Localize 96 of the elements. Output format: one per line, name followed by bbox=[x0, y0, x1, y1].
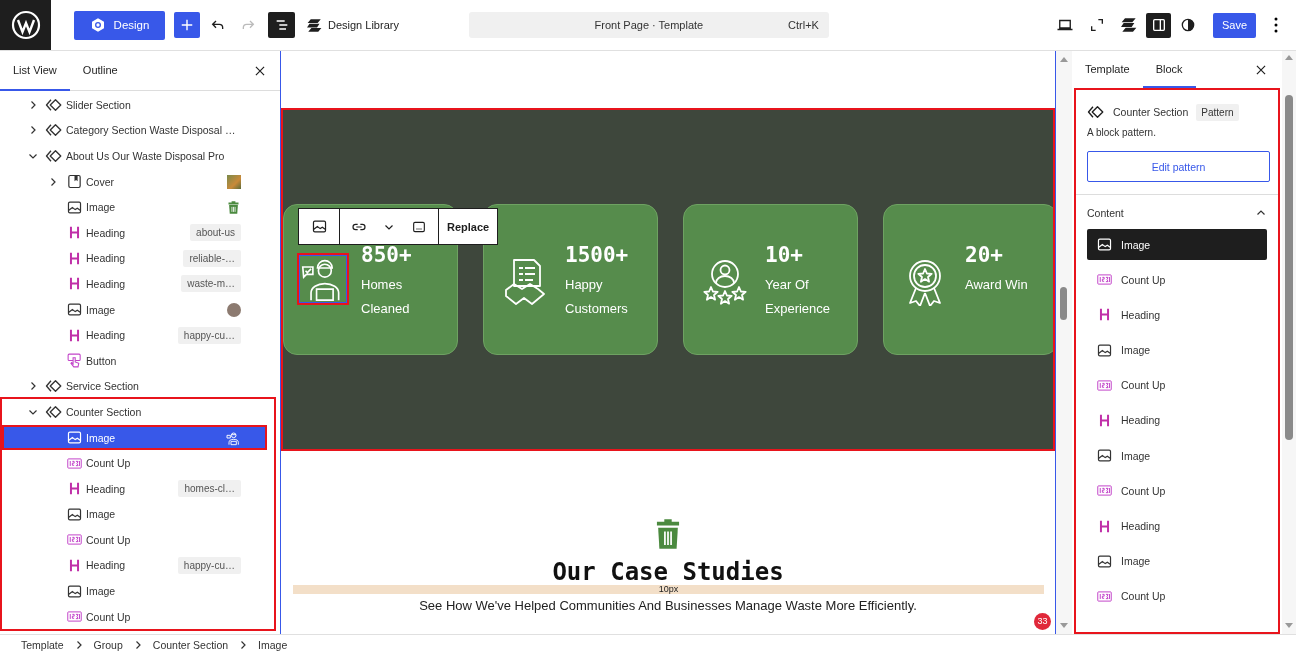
pattern-icon bbox=[45, 147, 63, 165]
document-overview-button[interactable] bbox=[268, 12, 295, 38]
pattern-badge: Pattern bbox=[1196, 103, 1239, 121]
list-view-item[interactable]: Button bbox=[2, 347, 267, 374]
design-library-button[interactable]: Design Library bbox=[307, 17, 399, 33]
site-logo-button[interactable] bbox=[0, 0, 51, 50]
image-icon bbox=[65, 429, 83, 446]
list-view-item[interactable]: Count Up bbox=[2, 450, 267, 476]
list-view-item[interactable]: Count Up bbox=[2, 603, 267, 630]
section-title: Content bbox=[1087, 207, 1124, 219]
save-button[interactable]: Save bbox=[1213, 12, 1256, 38]
content-item[interactable]: Image bbox=[1087, 545, 1267, 577]
content-item[interactable]: Heading bbox=[1087, 299, 1267, 331]
content-item[interactable]: Image bbox=[1087, 440, 1267, 472]
content-item[interactable]: Image bbox=[1087, 229, 1267, 260]
list-view-item[interactable]: Category Section Waste Disposal … bbox=[2, 117, 267, 144]
cover-icon bbox=[65, 173, 83, 191]
list-view-item[interactable]: Cover bbox=[2, 168, 267, 195]
hexagon-icon bbox=[89, 17, 106, 33]
image-icon bbox=[310, 218, 328, 235]
panel-tab[interactable]: List View bbox=[0, 51, 70, 91]
sidebar-tab[interactable]: Block bbox=[1142, 51, 1196, 88]
counter-label: Homes Cleaned bbox=[361, 276, 411, 318]
content-item[interactable]: Count Up bbox=[1087, 475, 1267, 507]
list-view-item[interactable]: Image bbox=[2, 194, 267, 220]
block-description: A block pattern. bbox=[1086, 126, 1157, 138]
counter-number: 850+ bbox=[361, 242, 413, 268]
logo-icon bbox=[10, 10, 41, 40]
block-type-button[interactable] bbox=[310, 218, 328, 235]
list-view-item[interactable]: Heading reliable-… bbox=[2, 245, 267, 272]
list-view-item[interactable]: Heading happy-cu… bbox=[2, 322, 267, 348]
counter-image[interactable] bbox=[299, 255, 347, 303]
counter-label: Year Of Experience bbox=[765, 276, 832, 318]
avatar-placeholder bbox=[227, 302, 241, 317]
breadcrumb-link[interactable]: Template bbox=[21, 638, 64, 651]
image-icon bbox=[1096, 236, 1113, 253]
content-item[interactable]: Heading bbox=[1087, 510, 1267, 542]
design-button[interactable]: Design bbox=[74, 10, 165, 40]
content-item[interactable]: Count Up bbox=[1087, 580, 1267, 612]
sidebar-tab[interactable]: Template bbox=[1072, 51, 1143, 88]
content-item[interactable]: Count Up bbox=[1087, 264, 1267, 296]
counter-number: 20+ bbox=[965, 242, 1004, 268]
content-item[interactable]: Image bbox=[1087, 334, 1267, 366]
counter-label: Happy Customers bbox=[565, 276, 629, 318]
kebab-icon bbox=[1274, 17, 1278, 33]
scrollbar-thumb[interactable] bbox=[1060, 287, 1067, 320]
section-heading: Our Case Studies bbox=[552, 559, 784, 585]
list-view-item[interactable]: Heading about-us bbox=[2, 219, 267, 246]
counter-label: Award Win bbox=[965, 276, 1028, 294]
scrollbar-thumb[interactable] bbox=[1285, 95, 1293, 440]
anchor-badge: happy-cu… bbox=[177, 326, 241, 344]
library-logo-icon bbox=[1121, 17, 1137, 33]
list-view-item[interactable]: Counter Section bbox=[2, 399, 267, 425]
list-view-item[interactable]: Slider Section bbox=[2, 92, 267, 118]
section-subtitle: See How We've Helped Communities And Businesses Manage Waste More Efficiently. bbox=[419, 597, 917, 615]
list-view-item[interactable]: About Us Our Waste Disposal Pro bbox=[2, 143, 267, 169]
block-title: Counter Section bbox=[1113, 106, 1189, 118]
list-view-item[interactable]: Service Section bbox=[2, 373, 267, 400]
anchor-badge: happy-cu… bbox=[177, 557, 241, 574]
anchor-badge: about-us bbox=[190, 224, 241, 242]
list-view-item[interactable]: Image bbox=[2, 296, 267, 323]
pattern-icon bbox=[1087, 103, 1105, 121]
add-block-button[interactable] bbox=[174, 12, 200, 38]
anchor-badge: reliable-… bbox=[183, 249, 241, 267]
list-view-item[interactable]: Image bbox=[2, 501, 267, 528]
spacer-block[interactable]: 10px bbox=[293, 585, 1044, 594]
contrast-icon bbox=[1180, 17, 1196, 33]
breadcrumb-link[interactable]: Counter Section bbox=[152, 638, 229, 651]
content-item[interactable]: Heading bbox=[1087, 404, 1267, 436]
anchor-badge: homes-cl… bbox=[178, 480, 241, 498]
plus-icon bbox=[180, 18, 194, 32]
counter-number: 10+ bbox=[765, 242, 804, 268]
list-view-item[interactable]: Image bbox=[2, 578, 267, 604]
list-view-item[interactable]: Count Up bbox=[2, 527, 267, 553]
edit-pattern-button[interactable]: Edit pattern bbox=[1087, 151, 1270, 182]
list-view-item[interactable]: Heading waste-m… bbox=[2, 271, 267, 297]
list-view-item[interactable]: Heading happy-cu… bbox=[2, 552, 267, 579]
settings-button[interactable] bbox=[1146, 12, 1171, 38]
command-palette-button[interactable]: Front Page · Template Ctrl+K bbox=[468, 12, 829, 38]
photo-placeholder bbox=[227, 174, 241, 189]
list-view-item[interactable]: Image bbox=[2, 424, 267, 451]
panel-tab[interactable]: Outline bbox=[69, 51, 131, 91]
expand-icon bbox=[1089, 17, 1105, 33]
pointer-icon bbox=[65, 352, 83, 370]
trash-icon bbox=[226, 199, 241, 215]
replace-button[interactable]: Replace bbox=[439, 209, 498, 244]
breadcrumb-link[interactable]: Group bbox=[93, 638, 123, 651]
sidebar-icon bbox=[1150, 17, 1167, 33]
anchor-badge: waste-m… bbox=[181, 275, 241, 293]
library-logo-icon bbox=[307, 17, 322, 33]
list-view-item[interactable]: Heading homes-cl… bbox=[2, 475, 267, 502]
notification-badge: 33 bbox=[1034, 613, 1051, 630]
breadcrumb-link[interactable]: Image bbox=[258, 638, 288, 651]
content-item[interactable]: Count Up bbox=[1087, 369, 1267, 401]
worker-icon bbox=[225, 429, 241, 446]
counter-number: 1500+ bbox=[565, 242, 630, 268]
